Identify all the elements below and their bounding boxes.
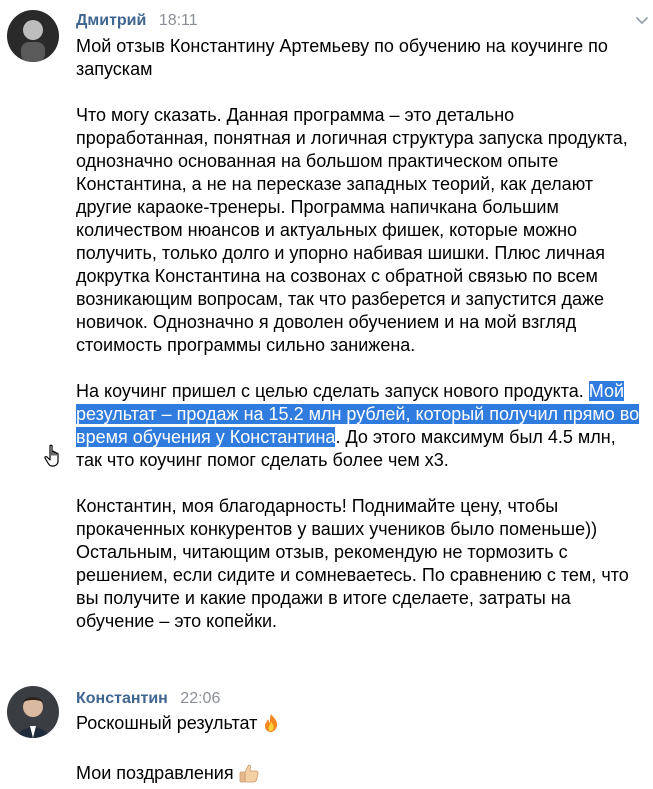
text-line: . До этого максимум был 4.5 млн, (335, 427, 616, 447)
message-konstantin: Константин 22:06 Роскошный результат Мои… (0, 670, 653, 783)
message-time[interactable]: 18:11 (159, 12, 198, 29)
text-line: Константин, моя благодарность! Поднимайт… (76, 496, 559, 516)
review-paragraph-1: Что могу сказать. Данная программа – это… (76, 104, 648, 357)
author-name[interactable]: Константин (76, 690, 168, 707)
selected-text[interactable]: время обучения у Константина (76, 427, 336, 447)
text-line: однозначно основанная на большом практич… (76, 151, 559, 171)
text-line: количеством нюансов и актуальных фишек, … (76, 220, 578, 240)
avatar-konstantin[interactable] (7, 686, 59, 738)
text-line: Мои поздравления (76, 763, 234, 783)
message-dmitry: Дмитрий 18:11 Мой отзыв Константину Арте… (0, 0, 653, 670)
reply-line-1: Роскошный результат (76, 712, 648, 739)
reply-line-2: Мои поздравления (76, 762, 648, 789)
review-title: Мой отзыв Константину Артемьеву по обуче… (76, 35, 648, 81)
text-line: возникающим вопросам, так что разберется… (76, 289, 605, 309)
text-line: Остальным, читающим отзыв, рекомендую не… (76, 542, 568, 562)
message-text: Роскошный результат Мои поздравления (76, 712, 648, 789)
text-line: Что могу сказать. Данная программа – это… (76, 105, 515, 125)
text-line: Константина, а не на пересказе западных … (76, 174, 594, 194)
review-paragraph-2: На коучинг пришел с целью сделать запуск… (76, 380, 648, 472)
review-paragraph-3: Константин, моя благодарность! Поднимайт… (76, 495, 648, 633)
message-text: Мой отзыв Константину Артемьеву по обуче… (76, 35, 648, 633)
text-line: вы получите и какие продажи в итоге сдел… (76, 588, 571, 608)
text-line: получить, только долго и упорно набивая … (76, 243, 606, 263)
message-header: Дмитрий 18:11 (76, 12, 198, 32)
text-line: прокаченных конкурентов у ваших учеников… (76, 519, 598, 539)
text-line: так что коучинг помог сделать более чем … (76, 450, 449, 470)
avatar-dmitry[interactable] (7, 10, 59, 62)
text-line: проработанная, понятная и логичная струк… (76, 128, 628, 148)
text-line: Роскошный результат (76, 713, 258, 733)
author-name[interactable]: Дмитрий (76, 12, 146, 29)
thumbs-up-emoji (238, 763, 260, 789)
text-line: Мой отзыв Константину Артемьеву по обуче… (76, 36, 608, 56)
text-line: решением, если сидите и сомневаетесь. По… (76, 565, 629, 585)
message-time[interactable]: 22:06 (180, 690, 220, 707)
text-line: запускам (76, 59, 153, 79)
selected-text[interactable]: результат – продаж на 15.2 млн рублей, к… (76, 404, 640, 424)
text-line: новичок. Однозначно я доволен обучением … (76, 312, 577, 332)
text-line: стоимость программы сильно занижена. (76, 335, 416, 355)
text-line: другие караоке-тренеры. Программа напичк… (76, 197, 559, 217)
text-line: На коучинг пришел с целью сделать запуск… (76, 381, 589, 401)
message-header: Константин 22:06 (76, 690, 220, 710)
hand-pointer-icon (44, 444, 64, 468)
text-line: обучение – это копейки. (76, 611, 278, 631)
selected-text[interactable]: Мой (588, 381, 625, 401)
fire-emoji (261, 713, 281, 739)
chevron-down-icon[interactable] (634, 12, 650, 28)
text-line: докрутка Константина на созвонах с обрат… (76, 266, 598, 286)
